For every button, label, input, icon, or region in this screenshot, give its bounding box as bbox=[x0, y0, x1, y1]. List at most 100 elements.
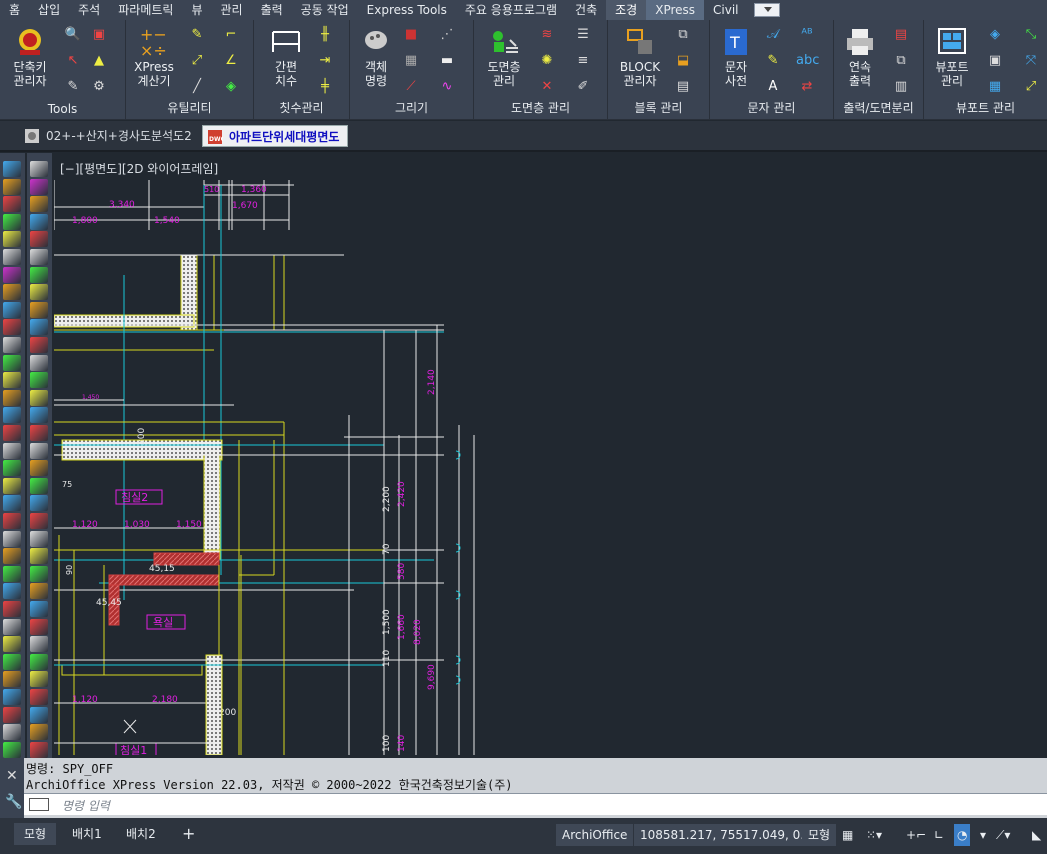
toolbar-tool-icon[interactable] bbox=[3, 618, 21, 635]
toolbar-tool-icon[interactable] bbox=[30, 653, 48, 670]
dim-chain-icon[interactable]: ╪ bbox=[314, 78, 336, 96]
toolbar-tool-icon[interactable] bbox=[3, 425, 21, 441]
layer-manager-button[interactable]: 도면층 관리 bbox=[480, 26, 528, 88]
pointer-red-icon[interactable]: ↖ bbox=[62, 52, 84, 70]
doc-tab-active[interactable]: DWG 아파트단위세대평면도 bbox=[202, 125, 349, 147]
toolbar-tool-icon[interactable] bbox=[3, 196, 21, 213]
toolbar-tool-icon[interactable] bbox=[3, 178, 21, 195]
object-command-button[interactable]: 객체 명령 bbox=[352, 26, 400, 88]
scale-icon[interactable]: ⤢ bbox=[186, 52, 208, 70]
command-input[interactable]: 명령 입력 bbox=[24, 793, 1047, 815]
menu-tab-8[interactable]: Express Tools bbox=[358, 0, 456, 20]
toolbar-tool-icon[interactable] bbox=[30, 442, 48, 459]
toolbar-tool-icon[interactable] bbox=[30, 231, 48, 248]
menu-tab-12[interactable]: XPress bbox=[646, 0, 705, 20]
quick-dimension-button[interactable]: 간편 치수 bbox=[262, 26, 310, 88]
pdf-icon[interactable]: ▤ bbox=[890, 26, 912, 44]
toolbar-tool-icon[interactable] bbox=[3, 477, 21, 494]
drawing-canvas[interactable]: [−][평면도][2D 와이어프레임] 3,340 1,800 1,540 1,670… bbox=[54, 155, 1047, 755]
menu-tab-2[interactable]: 주석 bbox=[69, 0, 109, 20]
toolbar-tool-icon[interactable] bbox=[30, 565, 48, 582]
text-a-icon[interactable]: A bbox=[762, 78, 784, 96]
poly-icon[interactable]: ⟋ bbox=[400, 78, 422, 96]
layout-tab-1[interactable]: 배치1 bbox=[62, 823, 112, 845]
brush-icon[interactable]: ✎ bbox=[62, 78, 84, 96]
toolbar-tool-icon[interactable] bbox=[30, 301, 48, 318]
toolbar-tool-icon[interactable] bbox=[30, 460, 48, 477]
vp-rect-icon[interactable]: ▣ bbox=[984, 52, 1006, 70]
toolbar-tool-icon[interactable] bbox=[30, 266, 48, 283]
vp-move-icon[interactable]: ⤧ bbox=[1020, 52, 1042, 70]
toolbar-tool-icon[interactable] bbox=[3, 583, 21, 600]
osnap-icon[interactable]: ⟋▾ bbox=[996, 824, 1010, 846]
edit-pencil-icon[interactable]: ✎ bbox=[186, 26, 208, 44]
hatch-red-icon[interactable]: ■ bbox=[400, 26, 422, 44]
toolbar-tool-icon[interactable] bbox=[3, 249, 21, 265]
toolbar-tool-icon[interactable] bbox=[30, 389, 48, 406]
group-icon[interactable]: ◈ bbox=[220, 78, 242, 96]
text-dictionary-button[interactable]: T 문자 사전 bbox=[712, 26, 760, 88]
toolbar-tool-icon[interactable] bbox=[3, 565, 21, 582]
clipboard-icon[interactable]: ▣ bbox=[88, 26, 110, 44]
pattern-icon[interactable]: ▦ bbox=[400, 52, 422, 70]
block-save-icon[interactable]: ▤ bbox=[672, 78, 694, 96]
toolbar-tool-icon[interactable] bbox=[30, 425, 48, 441]
toolbar-tool-icon[interactable] bbox=[3, 530, 21, 547]
layer-edit-icon[interactable]: ✐ bbox=[572, 78, 594, 96]
toolbar-tool-icon[interactable] bbox=[3, 407, 21, 424]
toolbar-tool-icon[interactable] bbox=[30, 337, 48, 353]
batch-plot-button[interactable]: 연속 출력 bbox=[836, 26, 884, 88]
block-edit-icon[interactable]: ⬓ bbox=[672, 52, 694, 70]
add-layout-button[interactable]: + bbox=[172, 823, 205, 845]
toolbar-tool-icon[interactable] bbox=[3, 301, 21, 318]
text-replace-icon[interactable]: ⇄ bbox=[796, 78, 818, 96]
toolbar-tool-icon[interactable] bbox=[30, 671, 48, 688]
toolbar-tool-icon[interactable] bbox=[30, 354, 48, 371]
toolbar-tool-icon[interactable] bbox=[3, 231, 21, 248]
close-icon[interactable]: ✕ bbox=[6, 768, 18, 784]
toolbar-tool-icon[interactable] bbox=[3, 389, 21, 406]
ribbon-options-dropdown[interactable] bbox=[753, 3, 780, 17]
text-edit-icon[interactable]: ✎ bbox=[762, 52, 784, 70]
grid-icon[interactable]: ▦ bbox=[842, 824, 853, 846]
toolbar-tool-icon[interactable] bbox=[3, 706, 21, 723]
toolbar-tool-icon[interactable] bbox=[3, 161, 21, 177]
toolbar-tool-icon[interactable] bbox=[3, 741, 21, 758]
toolbar-tool-icon[interactable] bbox=[30, 689, 48, 705]
toolbar-tool-icon[interactable] bbox=[30, 213, 48, 230]
toolbar-tool-icon[interactable] bbox=[3, 442, 21, 459]
block-copy-icon[interactable]: ⧉ bbox=[672, 26, 694, 44]
toolbar-tool-icon[interactable] bbox=[30, 548, 48, 565]
layer-delete-icon[interactable]: ✕ bbox=[536, 78, 558, 96]
polar-dropdown-icon[interactable]: ▾ bbox=[980, 824, 986, 846]
toolbar-tool-icon[interactable] bbox=[30, 741, 48, 758]
toolbar-tool-icon[interactable] bbox=[30, 407, 48, 424]
curve-icon[interactable]: ∿ bbox=[436, 78, 458, 96]
toolbar-tool-icon[interactable] bbox=[3, 671, 21, 688]
toolbar-tool-icon[interactable] bbox=[3, 354, 21, 371]
toolbar-tool-icon[interactable] bbox=[30, 196, 48, 213]
shortcut-manager-button[interactable]: 단축키 관리자 bbox=[6, 26, 54, 88]
menu-tab-6[interactable]: 출력 bbox=[252, 0, 292, 20]
toolbar-tool-icon[interactable] bbox=[3, 266, 21, 283]
toolbar-tool-icon[interactable] bbox=[3, 513, 21, 529]
sheet-copy-icon[interactable]: ⧉ bbox=[890, 52, 912, 70]
toolbar-tool-icon[interactable] bbox=[3, 213, 21, 230]
menu-tab-13[interactable]: Civil bbox=[704, 0, 747, 20]
isodraft-icon[interactable]: ◣ bbox=[1032, 824, 1041, 846]
toolbar-tool-icon[interactable] bbox=[30, 618, 48, 635]
polar-icon[interactable]: ◔ bbox=[954, 824, 971, 846]
wrench-icon[interactable]: 🔧 bbox=[5, 794, 22, 810]
toolbar-tool-icon[interactable] bbox=[30, 372, 48, 389]
toolbar-tool-icon[interactable] bbox=[3, 319, 21, 336]
toolbar-tool-icon[interactable] bbox=[3, 284, 21, 301]
vp-layer-icon[interactable]: ◈ bbox=[984, 26, 1006, 44]
toolbar-tool-icon[interactable] bbox=[30, 706, 48, 723]
snap-icon[interactable]: ⁙▾ bbox=[866, 824, 882, 846]
toolbar-tool-icon[interactable] bbox=[3, 337, 21, 353]
sheet-split-icon[interactable]: ▥ bbox=[890, 78, 912, 96]
menu-tab-0[interactable]: 홈 bbox=[0, 0, 29, 20]
toolbar-tool-icon[interactable] bbox=[30, 319, 48, 336]
layer-list-icon[interactable]: ☰ bbox=[572, 26, 594, 44]
toolbar-tool-icon[interactable] bbox=[30, 601, 48, 617]
